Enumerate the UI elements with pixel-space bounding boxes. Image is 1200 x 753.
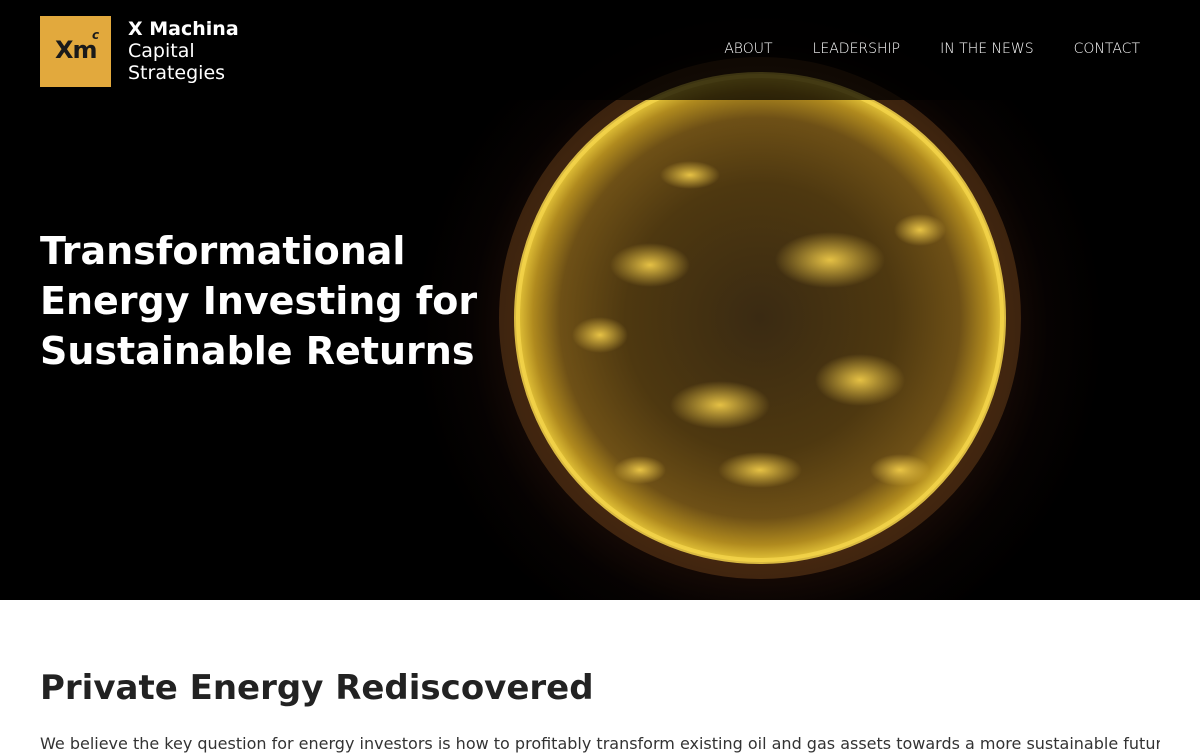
- section-title: Private Energy Rediscovered: [40, 668, 594, 708]
- nav-link-about[interactable]: ABOUT: [724, 41, 772, 57]
- nav-link-leadership[interactable]: LEADERSHIP: [813, 41, 901, 57]
- logo-mark: Xm: [55, 36, 98, 64]
- top-navigation-bar: Xm c X Machina Capital Strategies ABOUT …: [0, 0, 1200, 100]
- nav-link-in-the-news[interactable]: IN THE NEWS: [940, 41, 1033, 57]
- section-body: We believe the key question for energy i…: [40, 734, 1160, 753]
- logo-superscript: c: [92, 28, 100, 42]
- nav-link-contact[interactable]: CONTACT: [1074, 41, 1140, 57]
- brand-name[interactable]: X Machina Capital Strategies: [128, 18, 239, 84]
- brand-name-line3: Strategies: [128, 62, 226, 84]
- logo[interactable]: Xm c: [40, 16, 111, 87]
- brand-name-line1: X Machina: [128, 18, 239, 40]
- brand-name-line2: Capital: [128, 40, 195, 62]
- main-nav: ABOUT LEADERSHIP IN THE NEWS CONTACT: [724, 41, 1140, 57]
- hero-title: Transformational Energy Investing for Su…: [40, 229, 478, 373]
- hero-section: Xm c X Machina Capital Strategies ABOUT …: [0, 0, 1200, 600]
